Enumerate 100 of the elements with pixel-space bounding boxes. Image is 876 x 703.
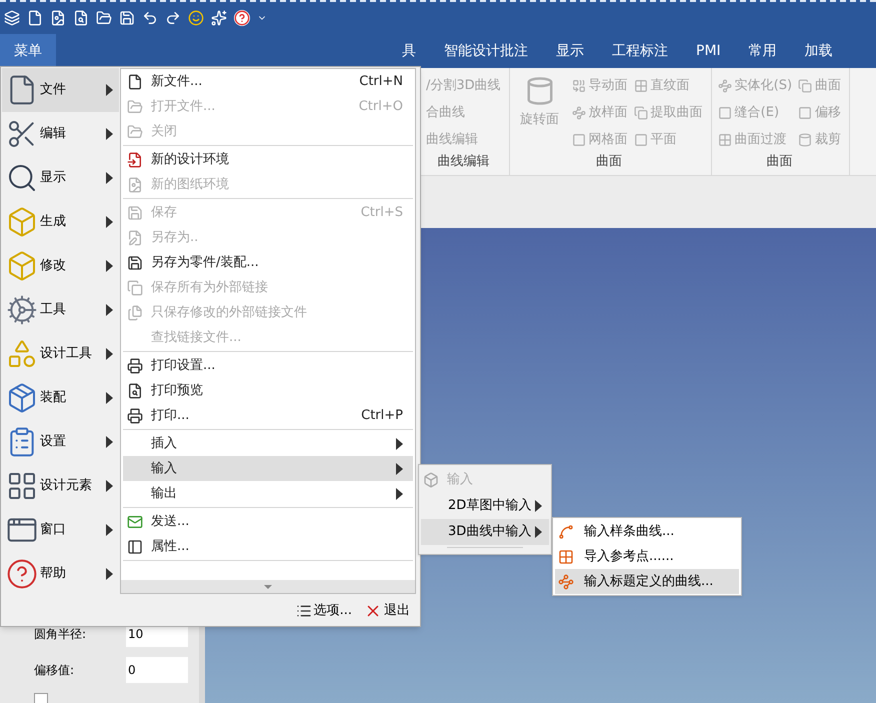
- group-label: 曲线编辑: [436, 152, 490, 170]
- menu-item[interactable]: 输出: [123, 481, 413, 506]
- tool-icon: [572, 132, 586, 147]
- menu-item[interactable]: 另存为零件/装配...: [123, 250, 413, 275]
- grid-icon: [6, 470, 38, 502]
- menu-category[interactable]: 编辑: [2, 112, 119, 156]
- field-label: 偏移值:: [34, 662, 76, 679]
- tool-icon: [634, 106, 648, 120]
- checkbox[interactable]: [34, 693, 48, 703]
- submenu-arrow-icon: [106, 568, 113, 580]
- submenu-arrow-icon: [106, 304, 113, 316]
- gear-icon: [6, 294, 38, 326]
- menu-category[interactable]: 帮助: [2, 552, 119, 596]
- menu-item[interactable]: 输入样条曲线...: [555, 519, 739, 544]
- envelope-icon: [127, 514, 143, 530]
- caret-icon: [264, 584, 272, 588]
- printer-icon: [127, 408, 143, 424]
- logo-icon[interactable]: [4, 10, 20, 26]
- tool-icon: [718, 132, 732, 147]
- tool-icon: [718, 79, 732, 93]
- submenu-arrow-icon: [396, 462, 403, 474]
- menu-category[interactable]: 装配: [2, 376, 119, 420]
- redo-icon[interactable]: [165, 10, 181, 26]
- file-edit-icon: [127, 230, 143, 246]
- menu-item[interactable]: 3D曲线中输入: [421, 519, 549, 545]
- group-label: 曲面: [765, 152, 794, 170]
- preview-icon: [127, 382, 143, 398]
- cylinder-icon: [524, 76, 555, 106]
- cube-icon: [423, 472, 439, 488]
- ribbon-tab[interactable]: 智能设计批注: [430, 34, 542, 68]
- tool-icon: [634, 132, 648, 147]
- sparkle-icon[interactable]: [211, 10, 227, 26]
- menu-item[interactable]: 2D草图中输入: [421, 493, 549, 519]
- menu-footer-button[interactable]: 选项...: [296, 601, 352, 621]
- menu-item[interactable]: 新文件... Ctrl+N: [123, 69, 413, 94]
- submenu-arrow-icon: [106, 84, 113, 96]
- menu-item[interactable]: 打印... Ctrl+P: [123, 403, 413, 428]
- file-search-icon[interactable]: [73, 10, 89, 26]
- menu-item[interactable]: 新的设计环境: [123, 147, 413, 172]
- submenu-arrow-icon: [106, 436, 113, 448]
- folder-icon: [127, 98, 143, 114]
- menu-category[interactable]: 显示: [2, 156, 119, 200]
- image-file-icon[interactable]: [50, 10, 66, 26]
- menu-item[interactable]: 属性...: [123, 534, 413, 559]
- ribbon-tab[interactable]: 常用: [734, 34, 791, 68]
- submenu-arrow-icon: [396, 488, 403, 500]
- submenu-arrow-icon: [396, 438, 403, 450]
- package-icon: [6, 382, 38, 414]
- ribbon-tab[interactable]: 显示: [542, 34, 598, 68]
- menu-category[interactable]: 修改: [2, 244, 119, 288]
- menu-item[interactable]: 插入: [123, 431, 413, 456]
- folder-icon[interactable]: [96, 10, 112, 26]
- save-icon[interactable]: [119, 10, 135, 26]
- ribbon-tab[interactable]: PMI: [682, 34, 735, 68]
- save-icon: [127, 254, 143, 270]
- ribbon-tab[interactable]: 加载: [790, 34, 847, 68]
- shapes-icon: [6, 338, 38, 370]
- submenu-arrow-icon: [106, 128, 113, 140]
- group-label: 曲面: [595, 152, 624, 170]
- properties-icon: [127, 538, 143, 554]
- tool-icon: [798, 132, 812, 147]
- menu-item[interactable]: 打印预览: [123, 378, 413, 403]
- field-label: 圆角半径:: [34, 626, 88, 643]
- ribbon-tab[interactable]: 菜单: [0, 34, 56, 68]
- menu-item[interactable]: 输入标题定义的曲线...: [555, 569, 739, 594]
- menu-item[interactable]: 导入参考点......: [555, 544, 739, 569]
- menu-category[interactable]: 生成: [2, 200, 119, 244]
- files-icon: [127, 304, 143, 320]
- undo-icon[interactable]: [142, 10, 158, 26]
- help-icon: [6, 558, 38, 590]
- menu-category[interactable]: 文件: [2, 68, 119, 112]
- submenu-header: 输入: [447, 470, 473, 489]
- tool-icon: [572, 79, 586, 93]
- menu-category[interactable]: 设置: [2, 420, 119, 464]
- ribbon-tab[interactable]: 工程标注: [598, 34, 682, 68]
- cube-icon: [6, 250, 38, 282]
- input-field[interactable]: 0: [126, 657, 188, 683]
- image-file-icon: [127, 176, 143, 192]
- tool-icon: [572, 106, 586, 120]
- help-icon[interactable]: [234, 10, 250, 26]
- menu-category[interactable]: 设计工具: [2, 332, 119, 376]
- menu-footer-button[interactable]: 退出: [364, 601, 410, 621]
- submenu-arrow-icon: [106, 172, 113, 184]
- file-icon[interactable]: [27, 10, 43, 26]
- submenu-arrow-icon: [535, 526, 542, 538]
- menu-item[interactable]: 发送...: [123, 509, 413, 534]
- ribbon-tab[interactable]: 具: [400, 34, 430, 68]
- menu-item[interactable]: 输入: [123, 456, 413, 481]
- menu-item[interactable]: 打印设置...: [123, 353, 413, 378]
- tool-icon: [718, 106, 732, 120]
- menu-category[interactable]: 窗口: [2, 508, 119, 552]
- menu-category[interactable]: 工具: [2, 288, 119, 332]
- cube-icon: [6, 206, 38, 238]
- menu-category[interactable]: 设计元素: [2, 464, 119, 508]
- list-icon: [296, 603, 312, 619]
- curve-icon: [558, 574, 574, 590]
- curve-icon: [558, 524, 574, 540]
- submenu-arrow-icon: [106, 392, 113, 404]
- submenu-arrow-icon: [106, 260, 113, 272]
- file-icon: [127, 74, 143, 90]
